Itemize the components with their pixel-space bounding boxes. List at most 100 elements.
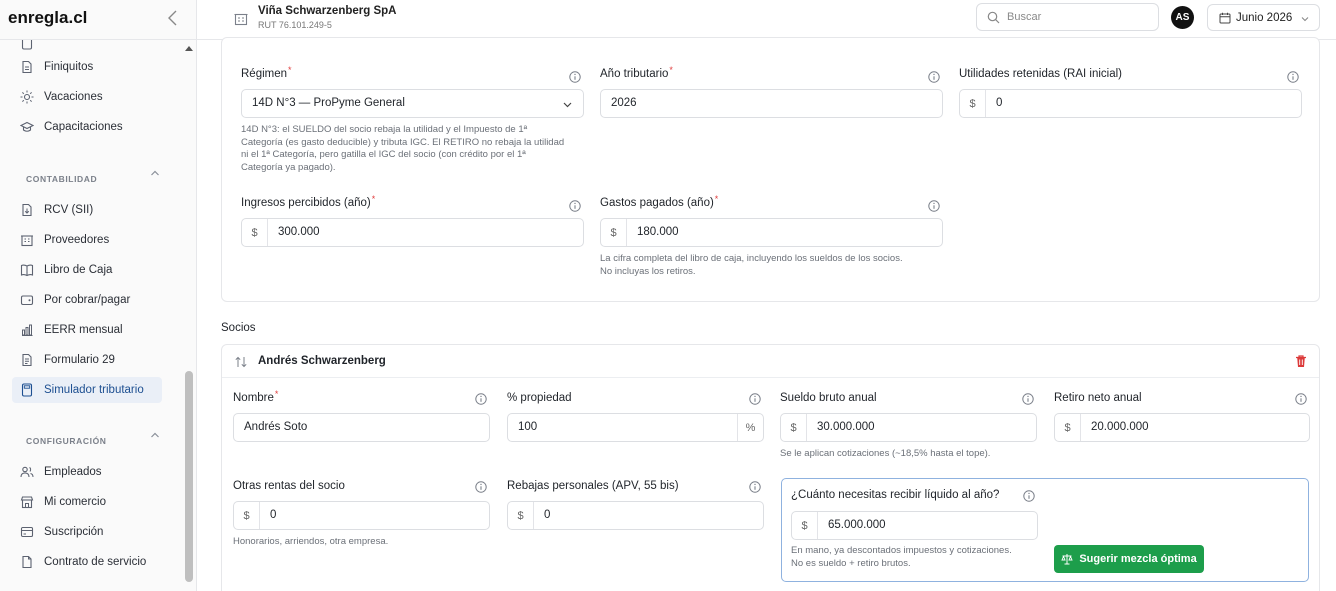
gastos-label: Gastos pagados (año)* [600,194,719,209]
liquido-value: 65.000.000 [828,519,886,531]
store-icon [20,495,34,509]
top-header: Viña Schwarzenberg SpA RUT 76.101.249-5 … [197,0,1336,40]
period-selector[interactable]: Junio 2026 [1207,4,1320,31]
regimen-value: 14D N°3 — ProPyme General [252,97,405,109]
main-content: Régimen* 14D N°3 — ProPyme General 14D N… [197,37,1336,591]
sueldo-value: 30.000.000 [817,421,875,433]
ingresos-input[interactable]: $ 300.000 [241,218,584,247]
info-icon[interactable] [475,481,487,493]
currency-prefix: $ [234,502,260,529]
currency-prefix: $ [601,219,627,246]
currency-prefix: $ [960,90,986,117]
search-box[interactable] [976,3,1159,31]
brand-logo[interactable]: enregla.cl [8,8,87,28]
nombre-input[interactable]: Andrés Soto [233,413,490,442]
sidebar-item-label: Empleados [44,466,102,478]
sidebar-item-rcv[interactable]: RCV (SII) [12,197,162,223]
bar-chart-icon [20,323,34,337]
propiedad-input[interactable]: 100 % [507,413,764,442]
info-icon[interactable] [749,393,761,405]
retiro-value: 20.000.000 [1091,421,1149,433]
building-icon [20,233,34,247]
liquido-label: ¿Cuánto necesitas recibir líquido al año… [791,489,1000,501]
liquido-input[interactable]: $ 65.000.000 [791,511,1038,540]
sidebar-item-formulario-29[interactable]: Formulario 29 [12,347,162,373]
section-configuracion: CONFIGURACIÓN [26,436,107,446]
receipt-icon [20,203,34,217]
currency-prefix: $ [1055,414,1081,441]
sidebar-item-vacaciones[interactable]: Vacaciones [12,84,162,110]
regimen-select[interactable]: 14D N°3 — ProPyme General [241,89,584,118]
rebajas-input[interactable]: $ 0 [507,501,764,530]
sueldo-input[interactable]: $ 30.000.000 [780,413,1037,442]
sidebar-item-capacitaciones[interactable]: Capacitaciones [12,114,162,140]
anio-tributario-label: Año tributario* [600,65,673,80]
liquido-target-panel: ¿Cuánto necesitas recibir líquido al año… [781,478,1309,582]
users-icon [20,465,34,479]
chevron-up-icon[interactable] [149,429,161,441]
sidebar-item-label: Proveedores [44,234,110,246]
sidebar-item-label: Vacaciones [44,91,103,103]
sidebar-item-por-cobrar-pagar[interactable]: Por cobrar/pagar [12,287,162,313]
sidebar-item-eerr-mensual[interactable]: EERR mensual [12,317,162,343]
info-icon[interactable] [1022,393,1034,405]
sidebar-item-contrato-de-servicio[interactable]: Contrato de servicio [12,549,162,575]
sidebar-item-label: EERR mensual [44,324,123,336]
sidebar-item-libro-de-caja[interactable]: Libro de Caja [12,257,162,283]
sidebar-item-label: Finiquitos [44,61,94,73]
ingresos-label: Ingresos percibidos (año)* [241,194,376,209]
sidebar-item-finiquitos[interactable]: Finiquitos [12,54,162,80]
suggest-optimal-mix-button[interactable]: Sugerir mezcla óptima [1054,545,1204,573]
sidebar-item-label: Mi comercio [44,496,106,508]
collapse-sidebar-icon[interactable] [165,9,181,27]
chevron-down-icon [562,99,573,110]
info-icon[interactable] [1023,490,1035,502]
scroll-up-arrow-icon[interactable] [184,44,194,52]
avatar[interactable]: AS [1171,6,1194,29]
search-input[interactable] [1007,8,1152,26]
sidebar-item-empleados[interactable]: Empleados [12,459,162,485]
sidebar-item-label: Libro de Caja [44,264,113,276]
book-icon [20,263,34,277]
trash-icon[interactable] [1294,354,1308,368]
info-icon[interactable] [1295,393,1307,405]
company-name: Viña Schwarzenberg SpA [258,5,397,17]
currency-prefix: $ [508,502,534,529]
calendar-icon [1219,12,1231,24]
sidebar-item-simulador-tributario[interactable]: Simulador tributario [12,377,162,403]
sidebar-nav: Finiquitos Vacaciones Capacitaciones CON… [0,40,183,591]
otras-rentas-input[interactable]: $ 0 [233,501,490,530]
gastos-input[interactable]: $ 180.000 [600,218,943,247]
info-icon[interactable] [569,200,581,212]
utilidades-input[interactable]: $ 0 [959,89,1302,118]
anio-tributario-value: 2026 [611,97,637,109]
info-icon[interactable] [928,71,940,83]
building-icon [233,11,249,27]
nombre-label: Nombre* [233,389,279,404]
sidebar-item-label: Por cobrar/pagar [44,294,131,306]
sidebar-item-proveedores[interactable]: Proveedores [12,227,162,253]
liquido-help: En mano, ya descontados impuestos y coti… [791,545,1012,569]
sidebar: enregla.cl Finiquitos Vacaciones Capacit… [0,0,197,591]
info-icon[interactable] [475,393,487,405]
regimen-label: Régimen* [241,65,292,80]
info-icon[interactable] [1287,71,1299,83]
utilidades-label: Utilidades retenidas (RAI inicial) [959,68,1122,80]
sort-arrows-icon[interactable] [234,355,248,369]
info-icon[interactable] [569,71,581,83]
anio-tributario-input[interactable]: 2026 [600,89,943,118]
contract-icon [20,555,34,569]
search-icon [987,11,1000,24]
sidebar-scrollbar-thumb[interactable] [185,371,193,582]
info-icon[interactable] [749,481,761,493]
ingresos-value: 300.000 [278,226,320,238]
sidebar-item-suscripcion[interactable]: Suscripción [12,519,162,545]
otras-rentas-value: 0 [270,509,277,521]
calculator-icon [20,383,34,397]
info-icon[interactable] [928,200,940,212]
sidebar-item-mi-comercio[interactable]: Mi comercio [12,489,162,515]
regimen-help: 14D N°3: el SUELDO del socio rebaja la u… [241,124,565,173]
sun-icon [20,90,34,104]
chevron-up-icon[interactable] [149,167,161,179]
retiro-input[interactable]: $ 20.000.000 [1054,413,1310,442]
